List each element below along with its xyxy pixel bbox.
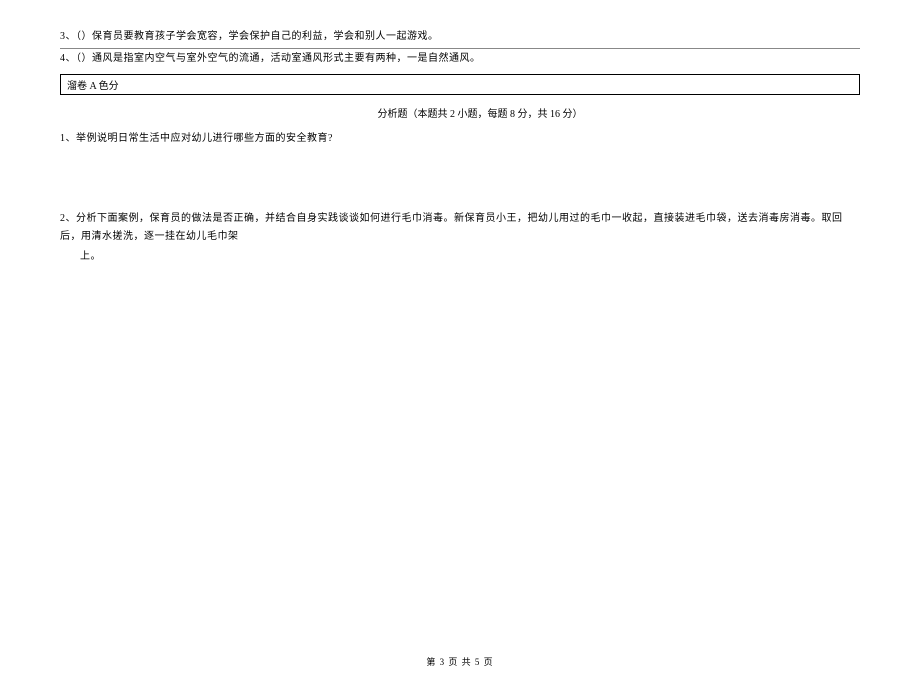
divider-1 [60, 48, 860, 49]
page-footer: 第 3 页 共 5 页 [0, 655, 920, 668]
answer-space-1 [60, 150, 860, 210]
question-4: 4、（）通风是指室内空气与室外空气的流通，活动室通风形式主要有两种，一是自然通风… [60, 50, 860, 68]
analysis-question-2-line1: 2、分析下面案例，保育员的做法是否正确，并结合自身实践谈谈如何进行毛巾消毒。新保… [60, 210, 860, 246]
section-title-text: 分析题（本题共 2 小题，每题 8 分，共 16 分） [378, 109, 583, 120]
analysis-question-1: 1、举例说明日常生活中应对幼儿进行哪些方面的安全教育? [60, 130, 860, 148]
page-number: 第 3 页 共 5 页 [426, 657, 493, 667]
question-3: 3、（）保育员要教育孩子学会宽容，学会保护自己的利益，学会和别人一起游戏。 [60, 28, 860, 46]
section-header-text: 溜卷 A 色分 [67, 81, 119, 92]
section-title: 分析题（本题共 2 小题，每题 8 分，共 16 分） [60, 105, 860, 120]
section-header-box: 溜卷 A 色分 [60, 74, 860, 95]
analysis-question-2-line2: 上。 [60, 248, 860, 266]
